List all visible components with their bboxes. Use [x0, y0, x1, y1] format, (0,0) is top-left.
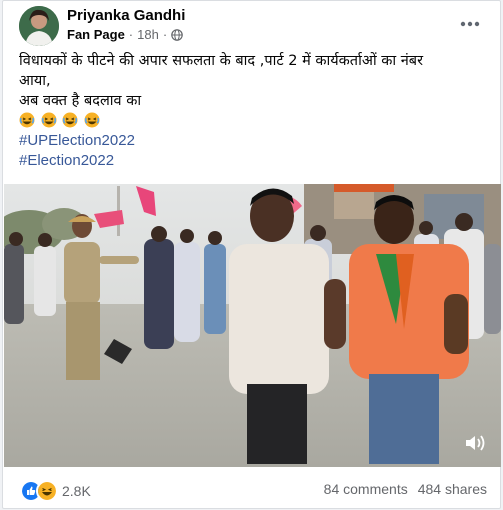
post-text: विधायकों के पीटने की अपार सफलता के बाद ,… — [19, 51, 489, 171]
post-text-line: विधायकों के पीटने की अपार सफलता के बाद ,… — [19, 53, 424, 69]
shares-count[interactable]: 484 shares — [418, 481, 487, 497]
post-time[interactable]: 18h — [137, 27, 159, 42]
more-options-icon[interactable] — [459, 13, 481, 35]
comments-count[interactable]: 84 comments — [324, 481, 408, 497]
volume-icon[interactable] — [463, 433, 487, 453]
post-text-line: आया, — [19, 73, 51, 89]
page-label[interactable]: Fan Page — [67, 27, 125, 42]
laughing-emoji-icon — [41, 112, 57, 128]
reaction-summary[interactable]: 2.8K — [20, 480, 91, 502]
haha-reaction-icon — [36, 480, 58, 502]
engagement-stats: 84 comments 484 shares — [324, 481, 487, 497]
reaction-count[interactable]: 2.8K — [62, 483, 91, 499]
author-name[interactable]: Priyanka Gandhi — [67, 7, 185, 24]
post-card: Priyanka Gandhi Fan Page · 18h · विधायको… — [2, 0, 501, 509]
post-meta: Fan Page · 18h · — [67, 27, 183, 42]
hashtag-link[interactable]: #Election2022 — [19, 152, 114, 169]
globe-icon — [171, 28, 183, 41]
laughing-emoji-icon — [19, 112, 35, 128]
laughing-emoji-icon — [84, 112, 100, 128]
author-avatar[interactable] — [19, 6, 59, 46]
post-text-line: अब वक्त है बदलाव का — [19, 93, 142, 109]
video-frame — [4, 184, 501, 467]
hashtag-link[interactable]: #UPElection2022 — [19, 132, 135, 149]
laughing-emoji-icon — [62, 112, 78, 128]
emoji-row — [19, 111, 489, 131]
post-footer: 2.8K 84 comments 484 shares — [4, 467, 501, 509]
video-player[interactable] — [4, 184, 501, 467]
